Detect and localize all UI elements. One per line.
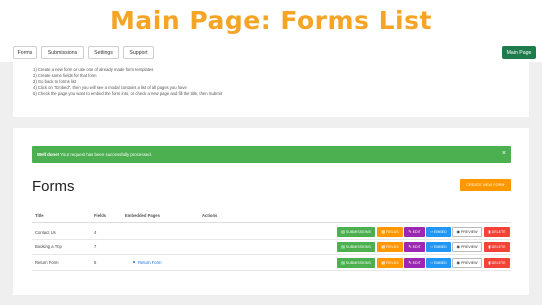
column-header-title: Title [35, 213, 44, 218]
page-title: Forms [32, 178, 75, 195]
code-icon: ‹› [430, 260, 433, 265]
close-icon[interactable]: × [502, 150, 506, 157]
instruction-line: 4) Click on "Embed", then you will see a… [33, 85, 187, 90]
nav-support-button[interactable]: Support [123, 46, 154, 59]
list-icon: ▤ [341, 260, 345, 265]
submissions-button[interactable]: ▤ SUBMISSIONS [337, 242, 375, 252]
embed-button[interactable]: ‹› EMBED [426, 242, 451, 252]
alert-strong: Well done! [37, 152, 60, 157]
fields-button[interactable]: ▦ FIELDS [377, 242, 403, 252]
row-fields-count: 7 [94, 244, 97, 249]
eye-icon: ◉ [456, 229, 460, 234]
eye-icon: ◉ [456, 260, 460, 265]
delete-button[interactable]: ▮ DELETE [484, 227, 510, 237]
preview-button[interactable]: ◉ PREVIEW [452, 258, 482, 268]
column-header-actions: Actions [202, 213, 218, 218]
instruction-line: 1) Create a new form or use one of alrea… [33, 67, 154, 72]
nav-settings-button[interactable]: Settings [88, 46, 119, 59]
list-icon: ▤ [341, 244, 345, 249]
page-banner-title: Main Page: Forms List [110, 6, 432, 35]
edit-button[interactable]: ✎ EDIT [404, 227, 425, 237]
pencil-icon: ✎ [408, 244, 412, 249]
submissions-button[interactable]: ▤ SUBMISSIONS [337, 227, 375, 237]
code-icon: ‹› [430, 229, 433, 234]
column-header-embedded-pages: Embedded Pages [125, 213, 160, 218]
row-fields-count: 4 [94, 230, 97, 235]
embed-button[interactable]: ‹› EMBED [426, 258, 451, 268]
alert-message: Your request has been successfully proce… [59, 152, 152, 157]
grid-icon: ▦ [381, 244, 386, 249]
eye-icon: ◉ [456, 244, 460, 249]
edit-button[interactable]: ✎ EDIT [404, 242, 425, 252]
top-nav-bar: Forms Submissions Settings Support Main … [0, 43, 542, 63]
row-divider [32, 270, 511, 271]
grid-icon: ▦ [381, 260, 386, 265]
grid-icon: ▦ [381, 229, 386, 234]
list-icon: ▤ [341, 229, 345, 234]
submissions-button[interactable]: ▤ SUBMISSIONS [337, 258, 375, 268]
preview-button[interactable]: ◉ PREVIEW [452, 242, 482, 252]
preview-button[interactable]: ◉ PREVIEW [452, 227, 482, 237]
row-title: Booking a Trip [35, 244, 62, 249]
code-icon: ‹› [430, 244, 433, 249]
instruction-line: 3) Go back to forms list [33, 79, 77, 84]
instruction-line: 2) Create some fields for that form [33, 73, 97, 78]
create-new-form-button[interactable]: CREATE NEW FORM [460, 179, 511, 191]
nav-forms-button[interactable]: Forms [13, 46, 37, 59]
edit-button[interactable]: ✎ EDIT [404, 258, 425, 268]
row-title: Return Form [35, 260, 59, 265]
delete-button[interactable]: ▮ DELETE [484, 258, 510, 268]
delete-button[interactable]: ▮ DELETE [484, 242, 510, 252]
instruction-line: 5) Check the page you want to embed the … [33, 91, 222, 96]
pencil-icon: ✎ [408, 260, 412, 265]
fields-button[interactable]: ▦ FIELDS [377, 227, 403, 237]
fields-button[interactable]: ▦ FIELDS [377, 258, 403, 268]
row-fields-count: 6 [94, 260, 97, 265]
row-divider [32, 239, 511, 240]
trash-icon: ▮ [488, 260, 491, 265]
nav-submissions-button[interactable]: Submissions [41, 46, 84, 59]
pencil-icon: ✎ [408, 229, 412, 234]
trash-icon: ▮ [488, 244, 491, 249]
trash-icon: ▮ [488, 229, 491, 234]
alert-text: Well done! Your request has been success… [37, 152, 152, 157]
column-header-fields: Fields [94, 213, 107, 218]
success-alert: Well done! Your request has been success… [32, 146, 511, 163]
row-divider [32, 254, 511, 255]
row-title: Contact Us [35, 230, 56, 235]
embedded-page-link[interactable]: Return Form [138, 260, 162, 265]
instructions-panel: 1) Create a new form or use one of alrea… [13, 62, 529, 117]
table-header-divider [32, 222, 511, 223]
embed-button[interactable]: ‹› EMBED [426, 227, 451, 237]
main-page-button[interactable]: Main Page [502, 46, 536, 59]
bullet-icon [133, 261, 135, 263]
